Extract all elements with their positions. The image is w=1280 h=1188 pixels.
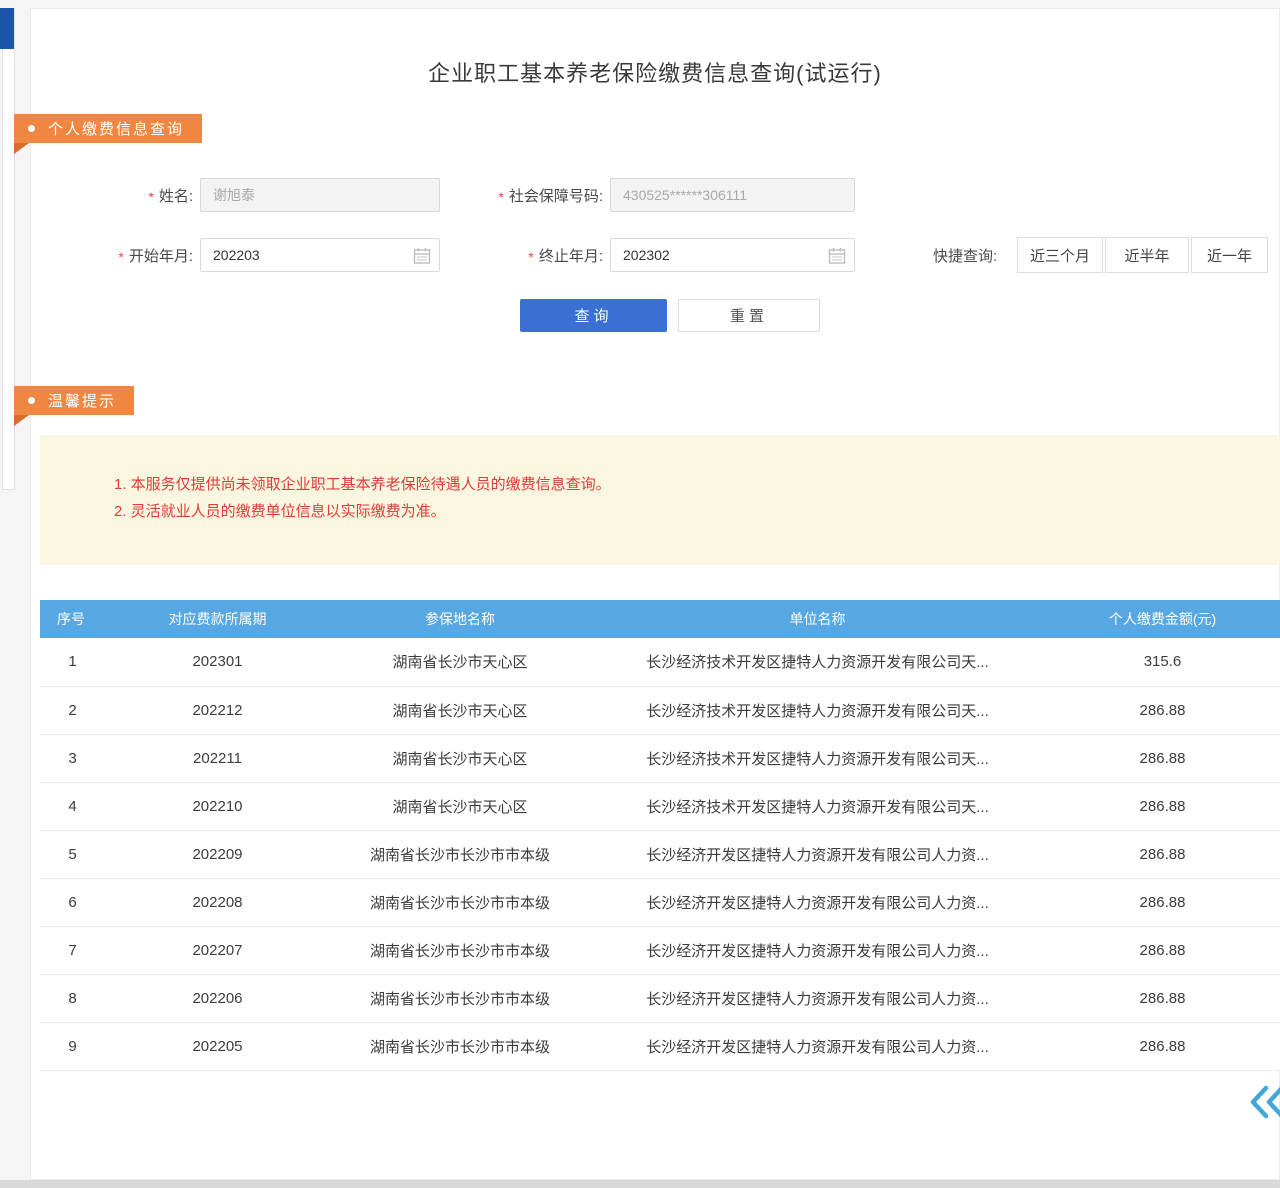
section-badge-label: 个人缴费信息查询 xyxy=(48,118,184,139)
section-badge-personal-query: 个人缴费信息查询 xyxy=(14,114,202,143)
col-header-company: 单位名称 xyxy=(590,600,1045,638)
name-field[interactable] xyxy=(201,179,439,211)
start-month-label: * 开始年月: xyxy=(80,238,193,272)
table-row: 8202206湖南省长沙市长沙市市本级长沙经济开发区捷特人力资源开发有限公司人力… xyxy=(40,974,1280,1022)
end-month-field[interactable] xyxy=(611,239,854,271)
required-asterisk: * xyxy=(118,249,123,265)
required-asterisk: * xyxy=(498,189,503,205)
payment-table: 序号 对应费款所属期 参保地名称 单位名称 个人缴费金额(元) 1202301湖… xyxy=(40,600,1280,1071)
tips-line-2: 2. 灵活就业人员的缴费单位信息以实际缴费为准。 xyxy=(114,498,1280,525)
start-month-field[interactable] xyxy=(201,239,439,271)
calendar-icon[interactable] xyxy=(413,247,431,265)
table-header-row: 序号 对应费款所属期 参保地名称 单位名称 个人缴费金额(元) xyxy=(40,600,1280,638)
required-asterisk: * xyxy=(148,189,153,205)
section-badge-tips: 温馨提示 xyxy=(14,386,134,415)
table-row: 1202301湖南省长沙市天心区长沙经济技术开发区捷特人力资源开发有限公司天..… xyxy=(40,638,1280,686)
col-header-no: 序号 xyxy=(40,600,105,638)
tips-line-1: 1. 本服务仅提供尚未领取企业职工基本养老保险待遇人员的缴费信息查询。 xyxy=(114,471,1280,498)
name-label: * 姓名: xyxy=(80,178,193,212)
tips-notice-box: 1. 本服务仅提供尚未领取企业职工基本养老保险待遇人员的缴费信息查询。 2. 灵… xyxy=(40,435,1280,565)
name-field-wrap xyxy=(200,178,440,212)
collapse-double-chevron-icon[interactable] xyxy=(1246,1080,1280,1124)
quick-btn-one-year[interactable]: 近一年 xyxy=(1191,237,1268,273)
ssn-field-wrap xyxy=(610,178,855,212)
required-asterisk: * xyxy=(528,249,533,265)
badge-bullet-icon xyxy=(28,397,35,404)
table-row: 3202211湖南省长沙市天心区长沙经济技术开发区捷特人力资源开发有限公司天..… xyxy=(40,734,1280,782)
bottom-strip xyxy=(0,1180,1280,1188)
calendar-icon[interactable] xyxy=(828,247,846,265)
end-month-field-wrap xyxy=(610,238,855,272)
start-month-field-wrap xyxy=(200,238,440,272)
table-row: 5202209湖南省长沙市长沙市市本级长沙经济开发区捷特人力资源开发有限公司人力… xyxy=(40,830,1280,878)
ssn-label: * 社会保障号码: xyxy=(455,178,603,212)
quick-btn-3months[interactable]: 近三个月 xyxy=(1017,237,1103,273)
col-header-amount: 个人缴费金额(元) xyxy=(1045,600,1280,638)
sidebar-top-accent xyxy=(0,8,14,49)
reset-button[interactable]: 重置 xyxy=(678,299,820,332)
ssn-field[interactable] xyxy=(611,179,854,211)
quick-query-label: 快捷查询: xyxy=(933,237,997,273)
quick-btn-half-year[interactable]: 近半年 xyxy=(1105,237,1189,273)
search-button[interactable]: 查询 xyxy=(520,299,667,332)
table-row: 6202208湖南省长沙市长沙市市本级长沙经济开发区捷特人力资源开发有限公司人力… xyxy=(40,878,1280,926)
table-row: 9202205湖南省长沙市长沙市市本级长沙经济开发区捷特人力资源开发有限公司人力… xyxy=(40,1022,1280,1070)
badge-bullet-icon xyxy=(28,125,35,132)
col-header-period: 对应费款所属期 xyxy=(105,600,330,638)
end-month-label: * 终止年月: xyxy=(455,238,603,272)
section-badge-label: 温馨提示 xyxy=(48,390,116,411)
page-title: 企业职工基本养老保险缴费信息查询(试运行) xyxy=(30,56,1280,88)
col-header-area: 参保地名称 xyxy=(330,600,590,638)
table-row: 7202207湖南省长沙市长沙市市本级长沙经济开发区捷特人力资源开发有限公司人力… xyxy=(40,926,1280,974)
table-row: 4202210湖南省长沙市天心区长沙经济技术开发区捷特人力资源开发有限公司天..… xyxy=(40,782,1280,830)
table-row: 2202212湖南省长沙市天心区长沙经济技术开发区捷特人力资源开发有限公司天..… xyxy=(40,686,1280,734)
